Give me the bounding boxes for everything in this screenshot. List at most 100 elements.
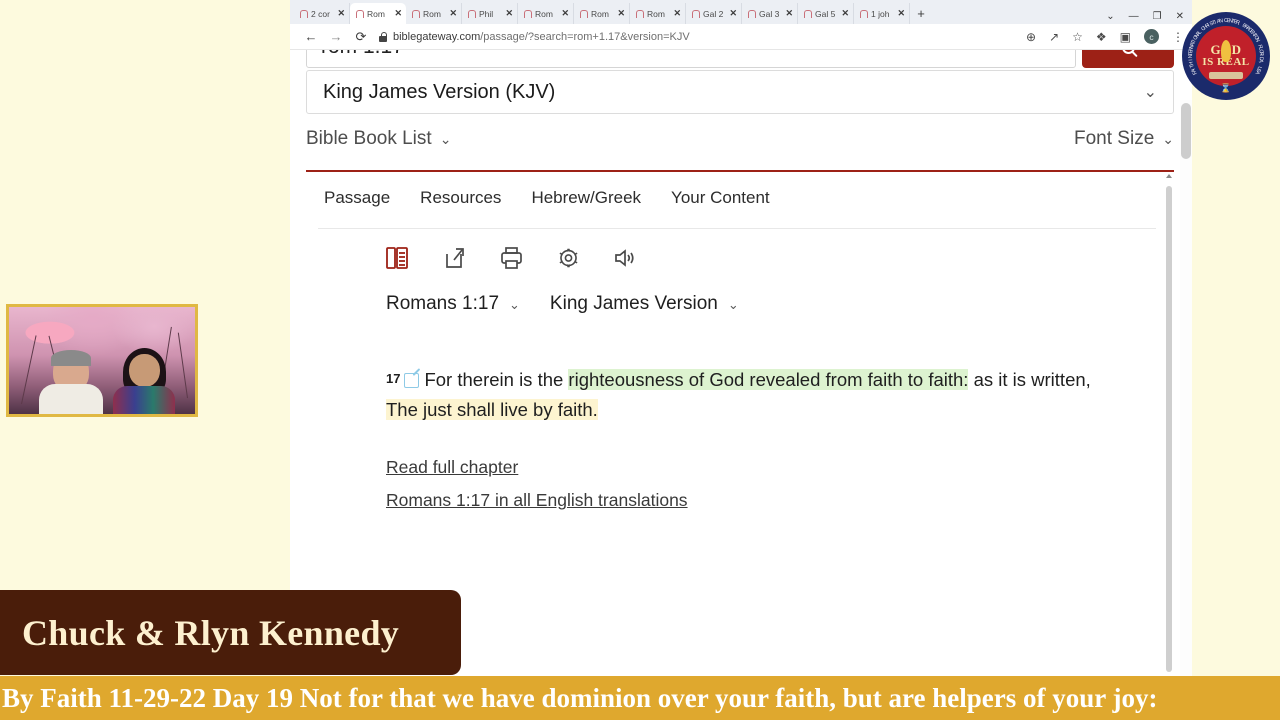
chevron-down-icon: ⌄ bbox=[439, 130, 452, 147]
share-external-icon[interactable] bbox=[441, 245, 467, 271]
back-icon[interactable]: ← bbox=[304, 30, 318, 43]
browser-scrollbar-thumb[interactable] bbox=[1181, 103, 1191, 159]
tab-close-icon[interactable]: ✕ bbox=[673, 8, 681, 19]
tab-label: Rom bbox=[647, 8, 665, 19]
tab-passage[interactable]: Passage bbox=[324, 188, 412, 208]
reload-icon[interactable]: ⟳ bbox=[354, 30, 368, 43]
url-field[interactable]: biblegateway.com/passage/?search=rom+1.1… bbox=[379, 31, 1015, 43]
browser-window: 2 cor ✕ Rom ✕ Rom ✕ Phil ✕ Rom ✕ Rom ✕ Rom ✕ Gal 2 ✕ Ga… bbox=[290, 0, 1192, 688]
tab-resources[interactable]: Resources bbox=[420, 188, 523, 208]
version-select[interactable]: King James Version (KJV) ⌄ bbox=[306, 70, 1174, 114]
logo-ring-char: N bbox=[1218, 18, 1224, 25]
window-controls: ⌄ — ❐ ✕ bbox=[1096, 12, 1192, 24]
speaker-one-avatar bbox=[39, 350, 103, 414]
extensions-puzzle-icon[interactable]: ❖ bbox=[1096, 31, 1107, 43]
bible-book-list-button[interactable]: Bible Book List ⌄ bbox=[306, 128, 451, 150]
tab-close-icon[interactable]: ✕ bbox=[897, 8, 905, 19]
browser-tab[interactable]: Rom ✕ bbox=[574, 3, 630, 24]
minimize-icon[interactable]: — bbox=[1129, 12, 1139, 22]
tab-label: Gal 2 bbox=[703, 8, 724, 19]
tab-favicon-icon bbox=[691, 9, 700, 18]
forward-icon[interactable]: → bbox=[329, 30, 343, 43]
url-domain: biblegateway.com bbox=[393, 30, 481, 43]
browser-tab[interactable]: Rom ✕ bbox=[406, 3, 462, 24]
chevron-down-icon: ⌄ bbox=[1162, 130, 1174, 147]
tab-favicon-icon bbox=[411, 9, 420, 18]
browser-tab[interactable]: Rom ✕ bbox=[630, 3, 686, 24]
font-size-button[interactable]: Font Size ⌄ bbox=[1074, 128, 1174, 150]
new-tab-plus-icon: + bbox=[917, 6, 925, 21]
print-icon[interactable] bbox=[498, 245, 524, 271]
browser-toolbar-icons: ⊕ ↗ ☆ ❖ ▣ c ⋮ bbox=[1026, 29, 1186, 44]
tab-favicon-icon bbox=[579, 9, 588, 18]
tab-label: Rom bbox=[591, 8, 609, 19]
browser-tab-strip: 2 cor ✕ Rom ✕ Rom ✕ Phil ✕ Rom ✕ Rom ✕ Rom ✕ Gal 2 ✕ Ga… bbox=[290, 0, 1192, 24]
read-full-chapter-link[interactable]: Read full chapter bbox=[386, 451, 518, 484]
browser-tab[interactable]: Phil ✕ bbox=[462, 3, 518, 24]
profile-avatar[interactable]: c bbox=[1144, 29, 1159, 44]
inner-scrollbar-thumb[interactable] bbox=[1166, 186, 1172, 672]
favorite-star-icon[interactable]: ☆ bbox=[1072, 31, 1083, 43]
scroll-up-arrow-icon[interactable] bbox=[1166, 174, 1172, 178]
logo-ring-char: , bbox=[1254, 39, 1261, 44]
speaker-two-body bbox=[113, 386, 175, 414]
lock-icon bbox=[379, 31, 388, 42]
browser-tab[interactable]: Gal 3 ✕ bbox=[742, 3, 798, 24]
audio-speaker-icon[interactable] bbox=[612, 245, 638, 271]
tab-close-icon[interactable]: ✕ bbox=[449, 8, 457, 19]
open-book-icon bbox=[1209, 72, 1243, 79]
speaker-one-body bbox=[39, 384, 103, 414]
lower-third-ticker: By Faith 11-29-22 Day 19 Not for that we… bbox=[0, 676, 1280, 720]
tab-close-icon[interactable]: ✕ bbox=[561, 8, 569, 19]
browser-scrollbar[interactable] bbox=[1180, 100, 1192, 688]
browser-tab[interactable]: Rom ✕ bbox=[518, 3, 574, 24]
tab-search-icon[interactable]: ⌄ bbox=[1106, 12, 1114, 22]
tab-close-icon[interactable]: ✕ bbox=[785, 8, 793, 19]
chevron-down-icon[interactable]: ⌄ bbox=[728, 297, 739, 313]
passage-reference-button[interactable]: Romans 1:17 bbox=[386, 293, 499, 315]
tab-close-icon[interactable]: ✕ bbox=[337, 8, 345, 19]
zoom-icon[interactable]: ⊕ bbox=[1026, 31, 1036, 43]
book-list-and-font-row: Bible Book List ⌄ Font Size ⌄ bbox=[306, 122, 1174, 156]
webcam-overlay bbox=[6, 304, 198, 417]
search-button[interactable] bbox=[1082, 50, 1174, 68]
tab-close-icon[interactable]: ✕ bbox=[841, 8, 849, 19]
verse-edit-icon[interactable] bbox=[404, 373, 420, 388]
tab-your-content[interactable]: Your Content bbox=[671, 188, 792, 208]
tab-your-content-label: Your Content bbox=[671, 188, 770, 207]
tab-favicon-icon bbox=[523, 9, 532, 18]
logo-ring-char: , bbox=[1236, 20, 1241, 27]
fish-icon: ⌛ bbox=[1220, 83, 1232, 93]
tab-label: Phil bbox=[479, 8, 494, 19]
tab-close-icon[interactable]: ✕ bbox=[505, 8, 513, 19]
new-tab-button[interactable]: + bbox=[910, 3, 932, 24]
inner-scrollbar[interactable] bbox=[1164, 172, 1174, 672]
passage-version-button[interactable]: King James Version bbox=[550, 293, 718, 315]
background-right bbox=[1192, 0, 1280, 720]
tab-hebrew-greek[interactable]: Hebrew/Greek bbox=[531, 188, 663, 208]
collections-icon[interactable]: ▣ bbox=[1120, 31, 1131, 43]
parallel-view-icon[interactable] bbox=[384, 245, 410, 271]
browser-tab[interactable]: 1 joh ✕ bbox=[854, 3, 910, 24]
search-input[interactable]: rom 1.17 bbox=[306, 50, 1076, 68]
chevron-down-icon: ⌄ bbox=[1143, 84, 1157, 101]
tab-passage-label: Passage bbox=[324, 188, 391, 207]
verse-number: 17 bbox=[386, 371, 401, 386]
tab-label: Gal 5 bbox=[815, 8, 836, 19]
all-translations-link[interactable]: Romans 1:17 in all English translations bbox=[386, 484, 688, 517]
browser-tab[interactable]: Rom ✕ bbox=[350, 3, 406, 24]
browser-tab[interactable]: Gal 2 ✕ bbox=[686, 3, 742, 24]
browser-tab[interactable]: 2 cor ✕ bbox=[294, 3, 350, 24]
address-bar: ← → ⟳ biblegateway.com/passage/?search=r… bbox=[290, 24, 1192, 50]
tab-close-icon[interactable]: ✕ bbox=[729, 8, 737, 19]
passage-reference-label: Romans 1:17 bbox=[386, 293, 500, 314]
tab-close-icon[interactable]: ✕ bbox=[394, 8, 402, 19]
chevron-down-icon[interactable]: ⌄ bbox=[509, 297, 520, 313]
share-icon[interactable]: ↗ bbox=[1049, 31, 1059, 43]
verse-text: 17 For therein is the righteousness of Go… bbox=[306, 315, 1156, 425]
maximize-icon[interactable]: ❐ bbox=[1153, 12, 1162, 22]
browser-tab[interactable]: Gal 5 ✕ bbox=[798, 3, 854, 24]
settings-gear-icon[interactable] bbox=[555, 245, 581, 271]
stream-stage: 2 cor ✕ Rom ✕ Rom ✕ Phil ✕ Rom ✕ Rom ✕ Rom ✕ Gal 2 ✕ Ga… bbox=[0, 0, 1280, 720]
tab-close-icon[interactable]: ✕ bbox=[617, 8, 625, 19]
